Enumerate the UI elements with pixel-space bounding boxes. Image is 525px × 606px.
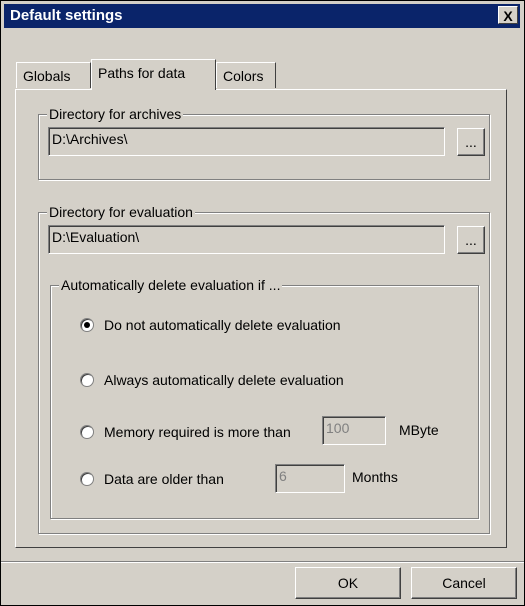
tab-colors[interactable]: Colors [216,62,276,88]
title-bar[interactable]: Default settings X [4,4,520,28]
memory-threshold-field[interactable]: 100 [322,416,386,445]
tab-panel-paths: Directory for archives D:\Archives\ ... … [15,89,507,548]
radio-button[interactable] [80,472,94,486]
radio-label-memory: Memory required is more than [104,424,291,440]
archives-group: Directory for archives D:\Archives\ ... [38,106,490,180]
window-title: Default settings [10,7,123,24]
default-settings-dialog: Default settings X Globals Paths for dat… [0,0,525,606]
radio-selected-dot [84,322,90,328]
archives-browse-button[interactable]: ... [457,128,485,156]
radio-label-always: Always automatically delete evaluation [104,372,344,388]
archives-path-field[interactable]: D:\Archives\ [48,127,445,156]
auto-delete-group: Automatically delete evaluation if ... D… [50,277,479,519]
evaluation-path-field[interactable]: D:\Evaluation\ [48,225,445,254]
radio-button[interactable] [80,425,94,439]
cancel-button[interactable]: Cancel [411,567,517,599]
radio-button[interactable] [80,318,94,332]
footer-separator [1,561,524,563]
radio-label-never: Do not automatically delete evaluation [104,317,341,333]
age-threshold-field[interactable]: 6 [275,464,345,493]
evaluation-group-label: Directory for evaluation [47,204,195,220]
archives-group-label: Directory for archives [47,106,184,122]
close-button[interactable]: X [498,6,518,24]
tab-globals[interactable]: Globals [16,62,91,88]
age-unit-label: Months [352,469,398,485]
memory-unit-label: MByte [399,422,439,438]
auto-delete-group-label: Automatically delete evaluation if ... [59,277,283,293]
radio-button[interactable] [80,373,94,387]
radio-label-age: Data are older than [104,471,224,487]
tab-paths-for-data[interactable]: Paths for data [91,59,216,90]
evaluation-group: Directory for evaluation D:\Evaluation\ … [38,204,490,534]
ok-button[interactable]: OK [295,567,401,599]
evaluation-browse-button[interactable]: ... [457,226,485,254]
